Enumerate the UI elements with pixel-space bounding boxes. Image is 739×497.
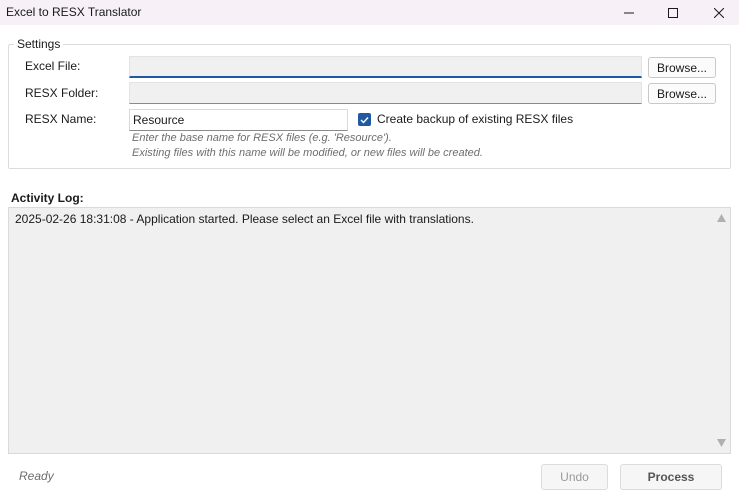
minimize-icon xyxy=(624,12,634,13)
activity-log-box[interactable]: 2025-02-26 18:31:08 - Application starte… xyxy=(8,207,731,454)
resx-folder-field[interactable] xyxy=(129,82,642,104)
log-scrollbar[interactable] xyxy=(713,208,730,453)
activity-log-label: Activity Log: xyxy=(11,191,84,205)
resx-browse-button[interactable]: Browse... xyxy=(648,83,716,104)
resx-name-input[interactable] xyxy=(129,109,348,131)
excel-file-label: Excel File: xyxy=(25,59,81,73)
resx-name-hint-1: Enter the base name for RESX files (e.g.… xyxy=(132,132,392,144)
excel-browse-button[interactable]: Browse... xyxy=(648,57,716,78)
maximize-button[interactable] xyxy=(650,0,696,25)
process-button[interactable]: Process xyxy=(620,464,722,490)
close-icon xyxy=(714,7,724,18)
window-title: Excel to RESX Translator xyxy=(6,5,142,19)
undo-button[interactable]: Undo xyxy=(541,464,608,490)
scroll-down-arrow-icon[interactable] xyxy=(717,439,726,447)
minimize-button[interactable] xyxy=(606,0,652,25)
close-button[interactable] xyxy=(696,0,739,25)
log-entry: 2025-02-26 18:31:08 - Application starte… xyxy=(15,212,474,226)
excel-file-field[interactable] xyxy=(129,56,642,78)
backup-checkbox-label[interactable]: Create backup of existing RESX files xyxy=(377,112,573,126)
scroll-up-arrow-icon[interactable] xyxy=(717,214,726,222)
resx-name-label: RESX Name: xyxy=(25,112,97,126)
checkmark-icon xyxy=(360,116,369,124)
settings-group-title: Settings xyxy=(14,37,64,51)
resx-folder-label: RESX Folder: xyxy=(25,86,99,100)
maximize-icon xyxy=(668,7,678,18)
backup-checkbox[interactable] xyxy=(358,113,371,126)
status-text: Ready xyxy=(19,469,54,483)
resx-name-hint-2: Existing files with this name will be mo… xyxy=(132,147,483,159)
title-bar: Excel to RESX Translator xyxy=(0,0,739,25)
